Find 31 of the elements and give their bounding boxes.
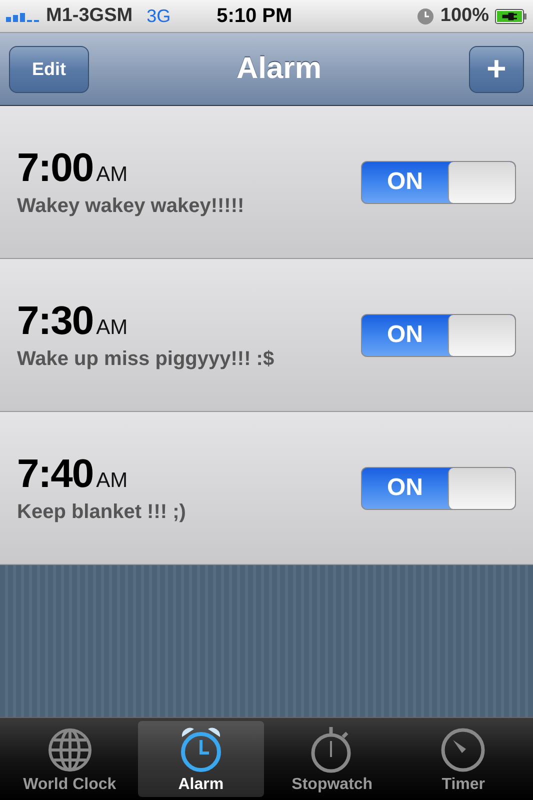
alarm-period: AM [96,163,128,187]
battery-percent: 100% [440,5,489,27]
alarm-label: Wake up miss piggyyy!!! :$ [17,348,274,371]
screen-title: Alarm [236,52,322,86]
toggle-switch[interactable]: ON [361,160,516,204]
timer-icon [440,727,486,773]
clock-icon [417,8,434,24]
status-time: 5:10 PM [216,4,292,28]
battery-charging-icon [495,8,527,24]
alarm-label: Keep blanket !!! ;) [17,501,186,524]
alarm-time: 7:00 [17,146,94,191]
alarm-time: 7:30 [17,299,94,344]
signal-icon [6,10,40,22]
tab[interactable]: Alarm [138,721,264,797]
tab[interactable]: World Clock [6,721,133,797]
toggle-switch[interactable]: ON [361,466,516,510]
alarm-row[interactable]: 7:40AM Keep blanket !!! ;) ON [0,412,533,565]
alarm-row[interactable]: 7:30AM Wake up miss piggyyy!!! :$ ON [0,259,533,412]
alarm-label: Wakey wakey wakey!!!!! [17,195,244,218]
tab[interactable]: Timer [400,721,526,797]
add-button[interactable]: + [468,46,524,92]
toggle-switch[interactable]: ON [361,314,516,356]
alarm-period: AM [96,316,128,340]
alarm-row[interactable]: 7:00AM Wakey wakey wakey!!!!! ON [0,106,533,259]
alarm-time: 7:40 [17,452,94,497]
carrier-name: M1-3GSM [46,5,133,27]
tab[interactable]: Stopwatch [269,721,396,797]
edit-button[interactable]: Edit [9,46,89,92]
alarm-period: AM [96,469,128,493]
globe-icon [46,727,93,773]
network-type: 3G [146,6,171,26]
